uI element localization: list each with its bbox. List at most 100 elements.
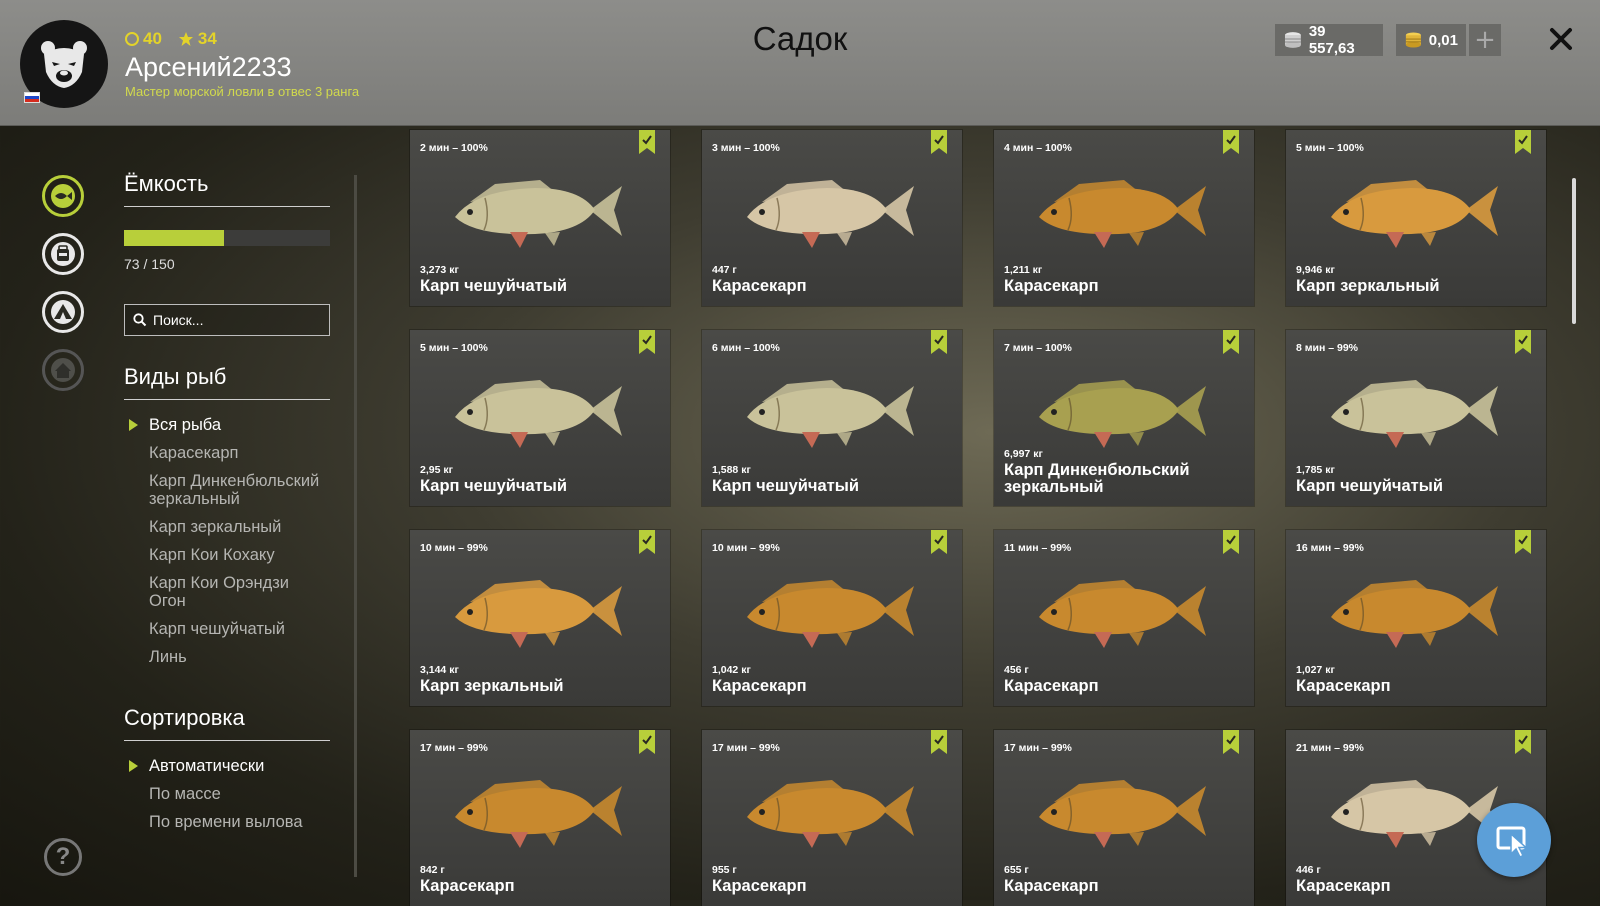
- fish-weight: 9,946 кг: [1296, 264, 1335, 276]
- search-input[interactable]: [153, 312, 323, 328]
- fish-image: [455, 180, 622, 248]
- sidebar-scrollbar[interactable]: [354, 175, 357, 877]
- fish-weight: 2,95 кг: [420, 464, 453, 476]
- silver-coins-icon: [1284, 32, 1301, 48]
- catch-time: 5 мин – 100%: [420, 342, 488, 354]
- capacity-section: Ёмкость: [124, 171, 330, 207]
- fish-weight: 1,588 кг: [712, 464, 751, 476]
- fish-image: [747, 780, 914, 848]
- fish-image: [1039, 580, 1206, 648]
- species-item[interactable]: Карп чешуйчатый: [124, 620, 330, 638]
- fish-name: Карасекарп: [420, 877, 515, 895]
- sort-item[interactable]: По массе: [124, 785, 330, 803]
- gold-coins-icon: [1405, 32, 1421, 48]
- catch-time: 3 мин – 100%: [712, 142, 780, 154]
- fish-card[interactable]: 11 мин – 99% 456 г Карасекарп: [994, 530, 1254, 706]
- fish-card[interactable]: 5 мин – 100% 9,946 кг Карп зеркальный: [1286, 130, 1546, 306]
- cursor-mode-button[interactable]: [1477, 803, 1551, 877]
- grid-scrollbar[interactable]: [1572, 178, 1576, 324]
- home-nav-button[interactable]: [42, 349, 84, 391]
- camp-nav-button[interactable]: [42, 291, 84, 333]
- fish-weight: 3,273 кг: [420, 264, 459, 276]
- fish-card[interactable]: 17 мин – 99% 955 г Карасекарп: [702, 730, 962, 906]
- bookmark-flag-icon[interactable]: [931, 730, 947, 754]
- fish-name: Карп чешуйчатый: [420, 477, 567, 495]
- fish-image: [1331, 580, 1498, 648]
- fish-image: [1039, 780, 1206, 848]
- bookmark-flag-icon[interactable]: [1223, 530, 1239, 554]
- close-icon: [1550, 28, 1572, 50]
- fish-weight: 447 г: [712, 264, 737, 276]
- species-item[interactable]: Карп Кои Кохаку: [124, 546, 330, 564]
- bookmark-flag-icon[interactable]: [1515, 130, 1531, 154]
- fish-card[interactable]: 3 мин – 100% 447 г Карасекарп: [702, 130, 962, 306]
- search-box[interactable]: [124, 304, 330, 336]
- fish-card[interactable]: 10 мин – 99% 1,042 кг Карасекарп: [702, 530, 962, 706]
- sort-item-auto[interactable]: Автоматически: [124, 757, 330, 775]
- help-button[interactable]: ?: [44, 838, 82, 876]
- catch-time: 5 мин – 100%: [1296, 142, 1364, 154]
- bookmark-flag-icon[interactable]: [931, 330, 947, 354]
- bookmark-flag-icon[interactable]: [931, 530, 947, 554]
- fish-name: Карасекарп: [1004, 877, 1099, 895]
- fish-image: [1331, 180, 1498, 248]
- catch-time: 21 мин – 99%: [1296, 742, 1364, 754]
- species-item[interactable]: Карп Динкенбюльский зеркальный: [124, 472, 330, 508]
- fish-card[interactable]: 4 мин – 100% 1,211 кг Карасекарп: [994, 130, 1254, 306]
- fish-weight: 1,027 кг: [1296, 664, 1335, 676]
- gold-value: 0,01: [1428, 31, 1458, 49]
- bookmark-flag-icon[interactable]: [1223, 730, 1239, 754]
- species-item[interactable]: Карп Кои Орэндзи Огон: [124, 574, 330, 610]
- fish-card[interactable]: 17 мин – 99% 842 г Карасекарп: [410, 730, 670, 906]
- fish-card[interactable]: 7 мин – 100% 6,997 кг Карп Динкенбюльский …: [994, 330, 1254, 506]
- fish-card[interactable]: 2 мин – 100% 3,273 кг Карп чешуйчатый: [410, 130, 670, 306]
- sort-item[interactable]: По времени вылова: [124, 813, 330, 831]
- fish-name: Карп Динкенбюльский зеркальный: [1004, 461, 1190, 496]
- fish-image: [1331, 380, 1498, 448]
- fish-weight: 1,211 кг: [1004, 264, 1043, 276]
- fish-card[interactable]: 16 мин – 99% 1,027 кг Карасекарп: [1286, 530, 1546, 706]
- species-title: Виды рыб: [124, 364, 330, 400]
- fish-card[interactable]: 5 мин – 100% 2,95 кг Карп чешуйчатый: [410, 330, 670, 506]
- sorting-list: Автоматически По массе По времени вылова: [124, 757, 330, 831]
- backpack-icon: [51, 242, 75, 266]
- rank-text: Мастер морской ловли в отвес 3 ранга: [125, 84, 360, 99]
- sorting-title: Сортировка: [124, 705, 330, 741]
- add-currency-button[interactable]: +: [1469, 24, 1501, 56]
- bookmark-flag-icon[interactable]: [1223, 330, 1239, 354]
- bookmark-flag-icon[interactable]: [1515, 730, 1531, 754]
- fish-card[interactable]: 8 мин – 99% 1,785 кг Карп чешуйчатый: [1286, 330, 1546, 506]
- bookmark-flag-icon[interactable]: [639, 330, 655, 354]
- catch-time: 10 мин – 99%: [420, 542, 488, 554]
- bookmark-flag-icon[interactable]: [1515, 530, 1531, 554]
- fish-weight: 655 г: [1004, 864, 1029, 876]
- species-item[interactable]: Карп зеркальный: [124, 518, 330, 536]
- bookmark-flag-icon[interactable]: [639, 730, 655, 754]
- bookmark-flag-icon[interactable]: [931, 130, 947, 154]
- fish-name: Карп зеркальный: [420, 677, 564, 695]
- catch-time: 6 мин – 100%: [712, 342, 780, 354]
- bookmark-flag-icon[interactable]: [1515, 330, 1531, 354]
- fish-card[interactable]: 10 мин – 99% 3,144 кг Карп зеркальный: [410, 530, 670, 706]
- plus-icon: +: [1474, 25, 1496, 55]
- capacity-progress-fill: [124, 230, 225, 246]
- fish-card[interactable]: 17 мин – 99% 655 г Карасекарп: [994, 730, 1254, 906]
- close-button[interactable]: [1544, 22, 1578, 56]
- species-item[interactable]: Линь: [124, 648, 330, 666]
- backpack-nav-button[interactable]: [42, 233, 84, 275]
- fish-card[interactable]: 6 мин – 100% 1,588 кг Карп чешуйчатый: [702, 330, 962, 506]
- species-item[interactable]: Карасекарп: [124, 444, 330, 462]
- bookmark-flag-icon[interactable]: [639, 130, 655, 154]
- fish-weight: 1,785 кг: [1296, 464, 1335, 476]
- bookmark-flag-icon[interactable]: [639, 530, 655, 554]
- header-bar: 40 34 Арсений2233 Мастер морской ловли в…: [0, 0, 1600, 126]
- country-flag-icon: [24, 92, 40, 103]
- bookmark-flag-icon[interactable]: [1223, 130, 1239, 154]
- species-item-all[interactable]: Вся рыба: [124, 416, 330, 434]
- catch-time: 7 мин – 100%: [1004, 342, 1072, 354]
- fish-image: [747, 580, 914, 648]
- fish-weight: 842 г: [420, 864, 445, 876]
- fish-image: [747, 380, 914, 448]
- keepnet-nav-button[interactable]: [42, 175, 84, 217]
- fish-weight: 456 г: [1004, 664, 1029, 676]
